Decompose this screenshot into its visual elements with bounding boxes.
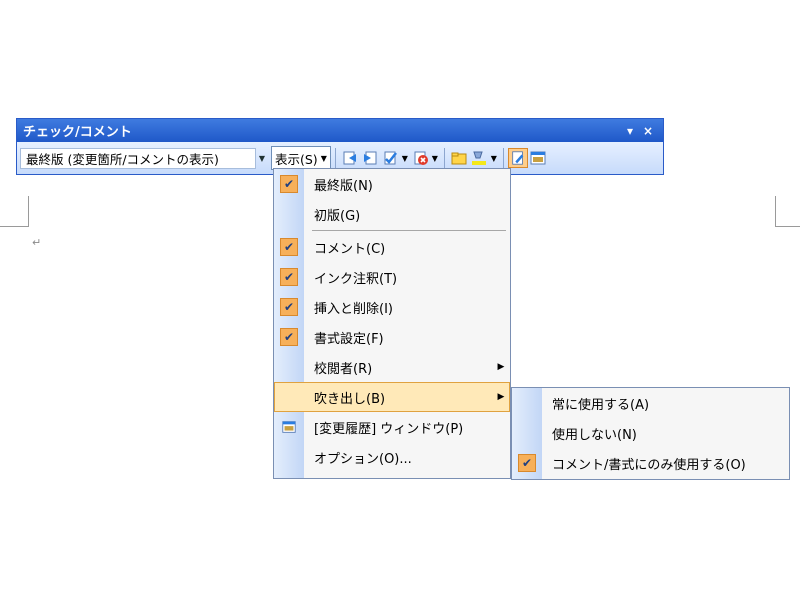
display-mode-combo[interactable]: 最終版 (変更箇所/コメントの表示) xyxy=(20,147,256,169)
accept-change-icon[interactable] xyxy=(380,148,400,168)
highlight-icon[interactable] xyxy=(469,148,489,168)
menu-item-balloons-comments-only[interactable]: ✔ コメント/書式にのみ使用する(O) xyxy=(512,448,789,478)
display-mode-dropdown-arrow[interactable]: ▼ xyxy=(256,148,268,168)
menu-item-label: 書式設定(F) xyxy=(314,331,384,347)
show-menu-label: 表示(S) xyxy=(275,151,318,167)
reviewing-pane-icon xyxy=(274,412,304,442)
check-icon: ✔ xyxy=(274,322,304,352)
submenu-arrow-icon: ▶ xyxy=(497,362,505,372)
menu-item-balloons-always[interactable]: 常に使用する(A) xyxy=(512,388,789,418)
empty-icon-slot xyxy=(512,418,542,448)
next-change-icon[interactable] xyxy=(360,148,380,168)
toolbar-options-button[interactable]: ▾ xyxy=(621,124,639,138)
balloons-submenu: 常に使用する(A) 使用しない(N) ✔ コメント/書式にのみ使用する(O) xyxy=(511,387,790,480)
menu-item-ink-annotations[interactable]: ✔ インク注釈(T) xyxy=(274,262,510,292)
empty-icon-slot xyxy=(274,442,304,472)
menu-item-label: [変更履歴] ウィンドウ(P) xyxy=(314,421,464,437)
toolbar-separator xyxy=(502,148,504,168)
reviewing-toolbar: チェック/コメント ▾ × 最終版 (変更箇所/コメントの表示) ▼ 表示(S)… xyxy=(16,118,664,175)
submenu-arrow-icon: ▶ xyxy=(497,392,505,402)
check-icon: ✔ xyxy=(274,262,304,292)
check-icon: ✔ xyxy=(274,169,304,199)
menu-item-label: コメント/書式にのみ使用する(O) xyxy=(552,457,746,473)
toolbar-titlebar[interactable]: チェック/コメント ▾ × xyxy=(17,119,663,142)
show-menu-button[interactable]: 表示(S) ▼ xyxy=(271,146,331,170)
toolbar-separator xyxy=(443,148,445,168)
menu-item-original[interactable]: 初版(G) xyxy=(274,199,510,229)
menu-item-label: 初版(G) xyxy=(314,208,361,224)
menu-item-reviewers[interactable]: 校閲者(R) ▶ xyxy=(274,352,510,382)
previous-change-icon[interactable] xyxy=(340,148,360,168)
menu-item-label: 使用しない(N) xyxy=(552,427,637,443)
paragraph-mark: ↵ xyxy=(32,236,42,249)
page-corner-right xyxy=(775,196,800,227)
empty-icon-slot xyxy=(512,388,542,418)
new-comment-icon[interactable] xyxy=(449,148,469,168)
accept-dropdown-arrow[interactable]: ▼ xyxy=(400,154,410,163)
menu-item-label: 校閲者(R) xyxy=(314,361,373,377)
empty-icon-slot xyxy=(274,352,304,382)
menu-item-label: 常に使用する(A) xyxy=(552,397,650,413)
menu-item-formatting[interactable]: ✔ 書式設定(F) xyxy=(274,322,510,352)
track-changes-icon[interactable] xyxy=(507,148,528,168)
display-mode-value: 最終版 (変更箇所/コメントの表示) xyxy=(26,151,219,167)
menu-item-balloons-never[interactable]: 使用しない(N) xyxy=(512,418,789,448)
menu-item-label: 挿入と削除(I) xyxy=(314,301,393,317)
show-menu: ✔ 最終版(N) 初版(G) ✔ コメント(C) ✔ インク注釈(T) ✔ 挿入… xyxy=(273,168,511,479)
menu-item-options[interactable]: オプション(O)... xyxy=(274,442,510,472)
reject-dropdown-arrow[interactable]: ▼ xyxy=(430,154,440,163)
page-corner-left xyxy=(0,196,29,227)
menu-item-final[interactable]: ✔ 最終版(N) xyxy=(274,169,510,199)
menu-item-label: コメント(C) xyxy=(314,241,386,257)
empty-icon-slot xyxy=(274,199,304,229)
menu-item-balloons[interactable]: 吹き出し(B) ▶ xyxy=(274,382,510,412)
close-button[interactable]: × xyxy=(639,124,657,138)
menu-item-comments[interactable]: ✔ コメント(C) xyxy=(274,232,510,262)
reviewing-pane-icon[interactable] xyxy=(528,148,548,168)
check-icon: ✔ xyxy=(512,448,542,478)
menu-item-insertions-deletions[interactable]: ✔ 挿入と削除(I) xyxy=(274,292,510,322)
chevron-down-icon: ▼ xyxy=(320,153,327,163)
menu-item-reviewing-pane[interactable]: [変更履歴] ウィンドウ(P) xyxy=(274,412,510,442)
menu-item-label: インク注釈(T) xyxy=(314,271,398,287)
highlight-dropdown-arrow[interactable]: ▼ xyxy=(489,154,499,163)
toolbar-title: チェック/コメント xyxy=(23,125,132,140)
toolbar-separator xyxy=(334,148,336,168)
menu-item-label: 吹き出し(B) xyxy=(314,391,386,407)
menu-item-label: オプション(O)... xyxy=(314,451,412,467)
empty-icon-slot xyxy=(274,382,304,412)
check-icon: ✔ xyxy=(274,232,304,262)
check-icon: ✔ xyxy=(274,292,304,322)
menu-item-label: 最終版(N) xyxy=(314,178,373,194)
reject-change-icon[interactable] xyxy=(410,148,430,168)
